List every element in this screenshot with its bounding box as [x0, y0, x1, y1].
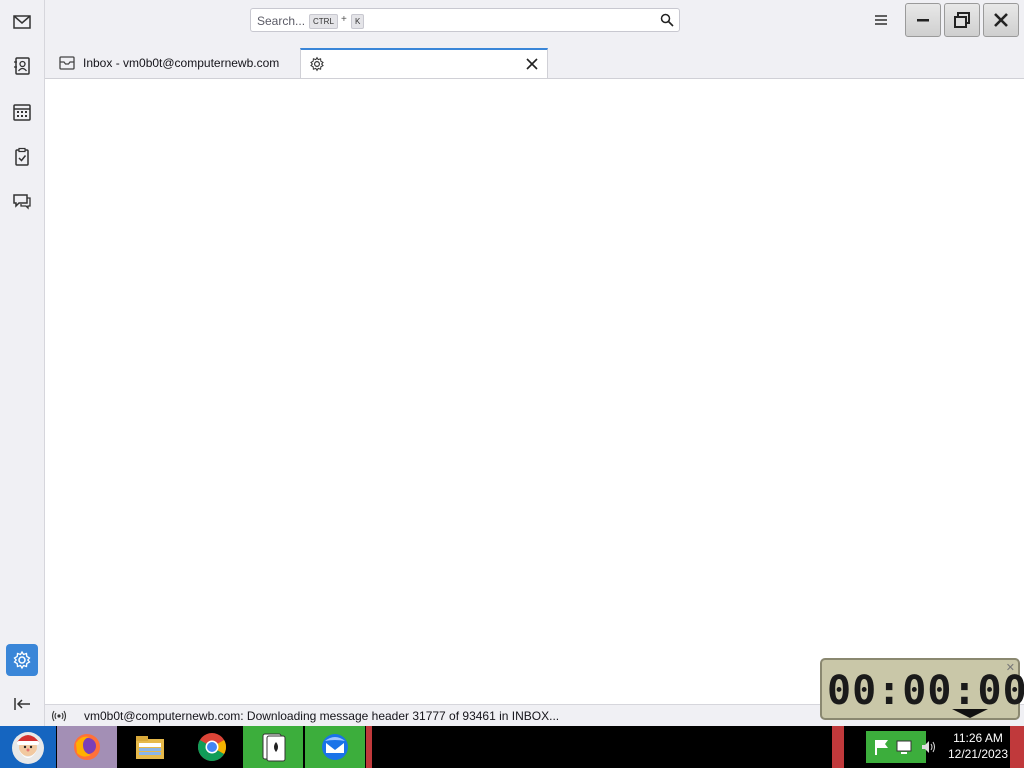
show-desktop-button[interactable]: [1010, 726, 1024, 768]
tab-settings[interactable]: [300, 48, 548, 78]
tab-strip: Inbox - vm0b0t@computernewb.com: [45, 42, 1024, 79]
tab-inbox[interactable]: Inbox - vm0b0t@computernewb.com: [51, 48, 299, 78]
volume-icon[interactable]: [920, 738, 938, 756]
restore-button[interactable]: [944, 3, 980, 37]
settings-icon: [13, 650, 31, 670]
collapse-icon: [14, 698, 30, 710]
timer-close-icon[interactable]: ✕: [1006, 661, 1015, 674]
santa-start-icon: [12, 732, 44, 764]
taskbar-clock[interactable]: 11:26 AM 12/21/2023: [942, 730, 1014, 762]
tab-inbox-label: Inbox - vm0b0t@computernewb.com: [83, 56, 280, 70]
gear-icon: [310, 56, 324, 72]
mail-icon: [13, 15, 31, 29]
calendar-space-button[interactable]: [6, 96, 38, 128]
taskbar-show-hidden[interactable]: [832, 726, 844, 768]
system-tray[interactable]: [866, 731, 926, 763]
global-search-input[interactable]: Search... CTRL + K: [250, 8, 680, 32]
app-menu-button[interactable]: [871, 10, 891, 30]
search-icon[interactable]: [660, 13, 674, 27]
folder-icon: [136, 736, 164, 759]
shortcut-k-key: K: [351, 14, 365, 29]
search-placeholder: Search...: [257, 14, 306, 28]
chat-icon: [13, 194, 31, 210]
minimize-button[interactable]: [905, 3, 941, 37]
clock-time: 11:26 AM: [953, 731, 1003, 745]
tasks-icon: [15, 147, 29, 166]
thunderbird-icon: [322, 734, 348, 760]
timer-display: 00:00:00: [827, 668, 1024, 714]
network-icon[interactable]: [894, 737, 914, 757]
taskbar: 11:26 AM 12/21/2023: [0, 726, 1024, 768]
tasks-space-button[interactable]: [6, 141, 38, 173]
close-tab-icon[interactable]: [525, 57, 539, 71]
clock-date: 12/21/2023: [947, 747, 1009, 761]
chrome-icon: [198, 733, 226, 761]
taskbar-thunderbird[interactable]: [305, 726, 365, 768]
cards-icon: [262, 733, 286, 762]
restore-icon: [954, 12, 970, 28]
mail-icon: [59, 56, 75, 70]
flag-icon[interactable]: [872, 737, 892, 757]
close-icon: [994, 13, 1008, 27]
mail-space-button[interactable]: [6, 6, 38, 38]
taskbar-file-explorer[interactable]: [128, 726, 172, 768]
firefox-icon: [74, 734, 100, 760]
collapse-spaces-button[interactable]: [6, 688, 38, 720]
shortcut-ctrl-key: CTRL: [309, 14, 338, 29]
hamburger-icon: [875, 15, 887, 25]
timer-arrow-icon: [952, 709, 988, 718]
timer-widget[interactable]: 00:00:00 ✕: [820, 658, 1024, 720]
chat-space-button[interactable]: [6, 185, 38, 217]
shortcut-plus: +: [341, 14, 347, 25]
address-book-icon: [14, 57, 30, 75]
close-window-button[interactable]: [983, 3, 1019, 37]
calendar-icon: [13, 104, 31, 121]
spaces-toolbar: [0, 0, 45, 726]
settings-content-area: [45, 79, 1024, 704]
status-text: vm0b0t@computernewb.com: Downloading mes…: [84, 709, 560, 723]
address-book-space-button[interactable]: [6, 50, 38, 82]
taskbar-firefox[interactable]: [57, 726, 117, 768]
taskbar-solitaire[interactable]: [243, 726, 303, 768]
online-status-icon[interactable]: [51, 709, 67, 723]
start-button[interactable]: [0, 726, 56, 768]
taskbar-chrome[interactable]: [190, 726, 234, 768]
settings-space-button[interactable]: [6, 644, 38, 676]
minimize-icon: [917, 19, 929, 22]
unified-toolbar: Search... CTRL + K: [45, 0, 1024, 42]
taskbar-separator: [366, 726, 372, 768]
